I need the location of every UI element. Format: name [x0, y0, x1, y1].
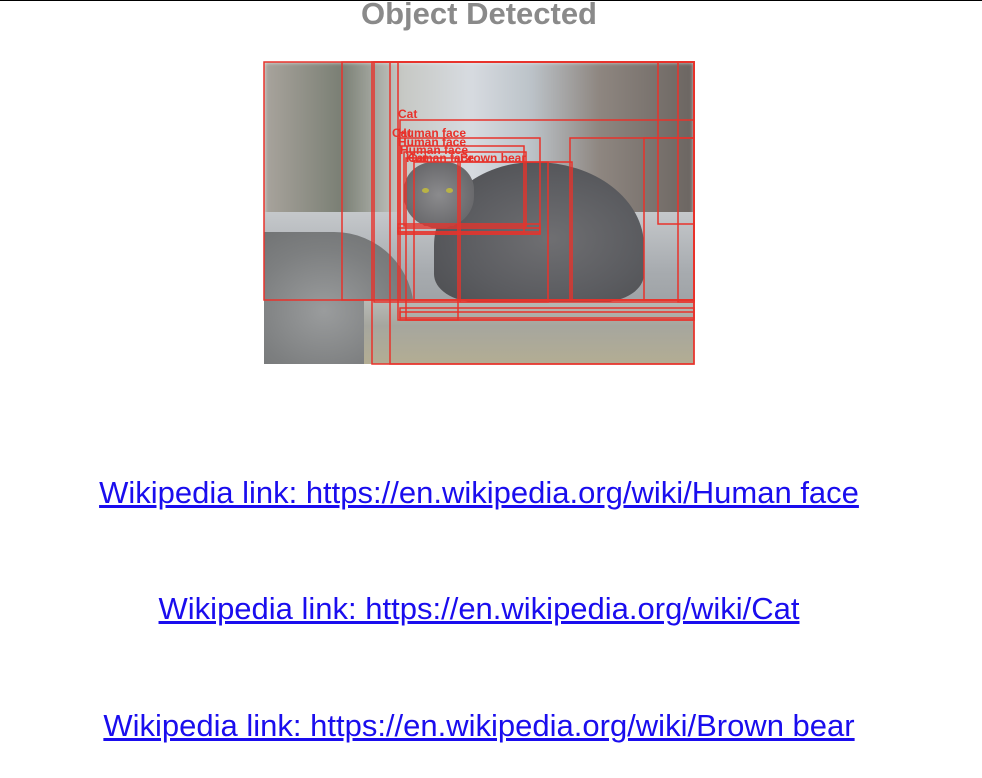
detection-label: Cat [398, 107, 417, 121]
detection-box [341, 61, 695, 301]
wikipedia-link-cat[interactable]: Wikipedia link: https://en.wikipedia.org… [0, 591, 958, 627]
detection-box [643, 137, 695, 301]
page: Object Detected Cat Cat Human face Human fa… [0, 0, 982, 778]
detection-box [397, 227, 541, 235]
wikipedia-link-human-face[interactable]: Wikipedia link: https://en.wikipedia.org… [0, 475, 958, 511]
detection-box [263, 61, 695, 301]
detection-box [569, 137, 695, 301]
detection-box [373, 61, 695, 303]
detection-label: Cat [408, 151, 427, 165]
wikipedia-link-brown-bear[interactable]: Wikipedia link: https://en.wikipedia.org… [0, 708, 958, 744]
detection-label: Brown bear [460, 151, 526, 165]
detection-boxes-overlay: CatCatHuman faceHuman faceHuman faceHuma… [263, 61, 695, 365]
detection-box [399, 311, 695, 321]
detection-box [397, 61, 695, 321]
detection-box [657, 61, 695, 225]
page-title: Object Detected [360, 0, 597, 31]
detection-box [399, 307, 695, 319]
detection-box [677, 61, 695, 303]
